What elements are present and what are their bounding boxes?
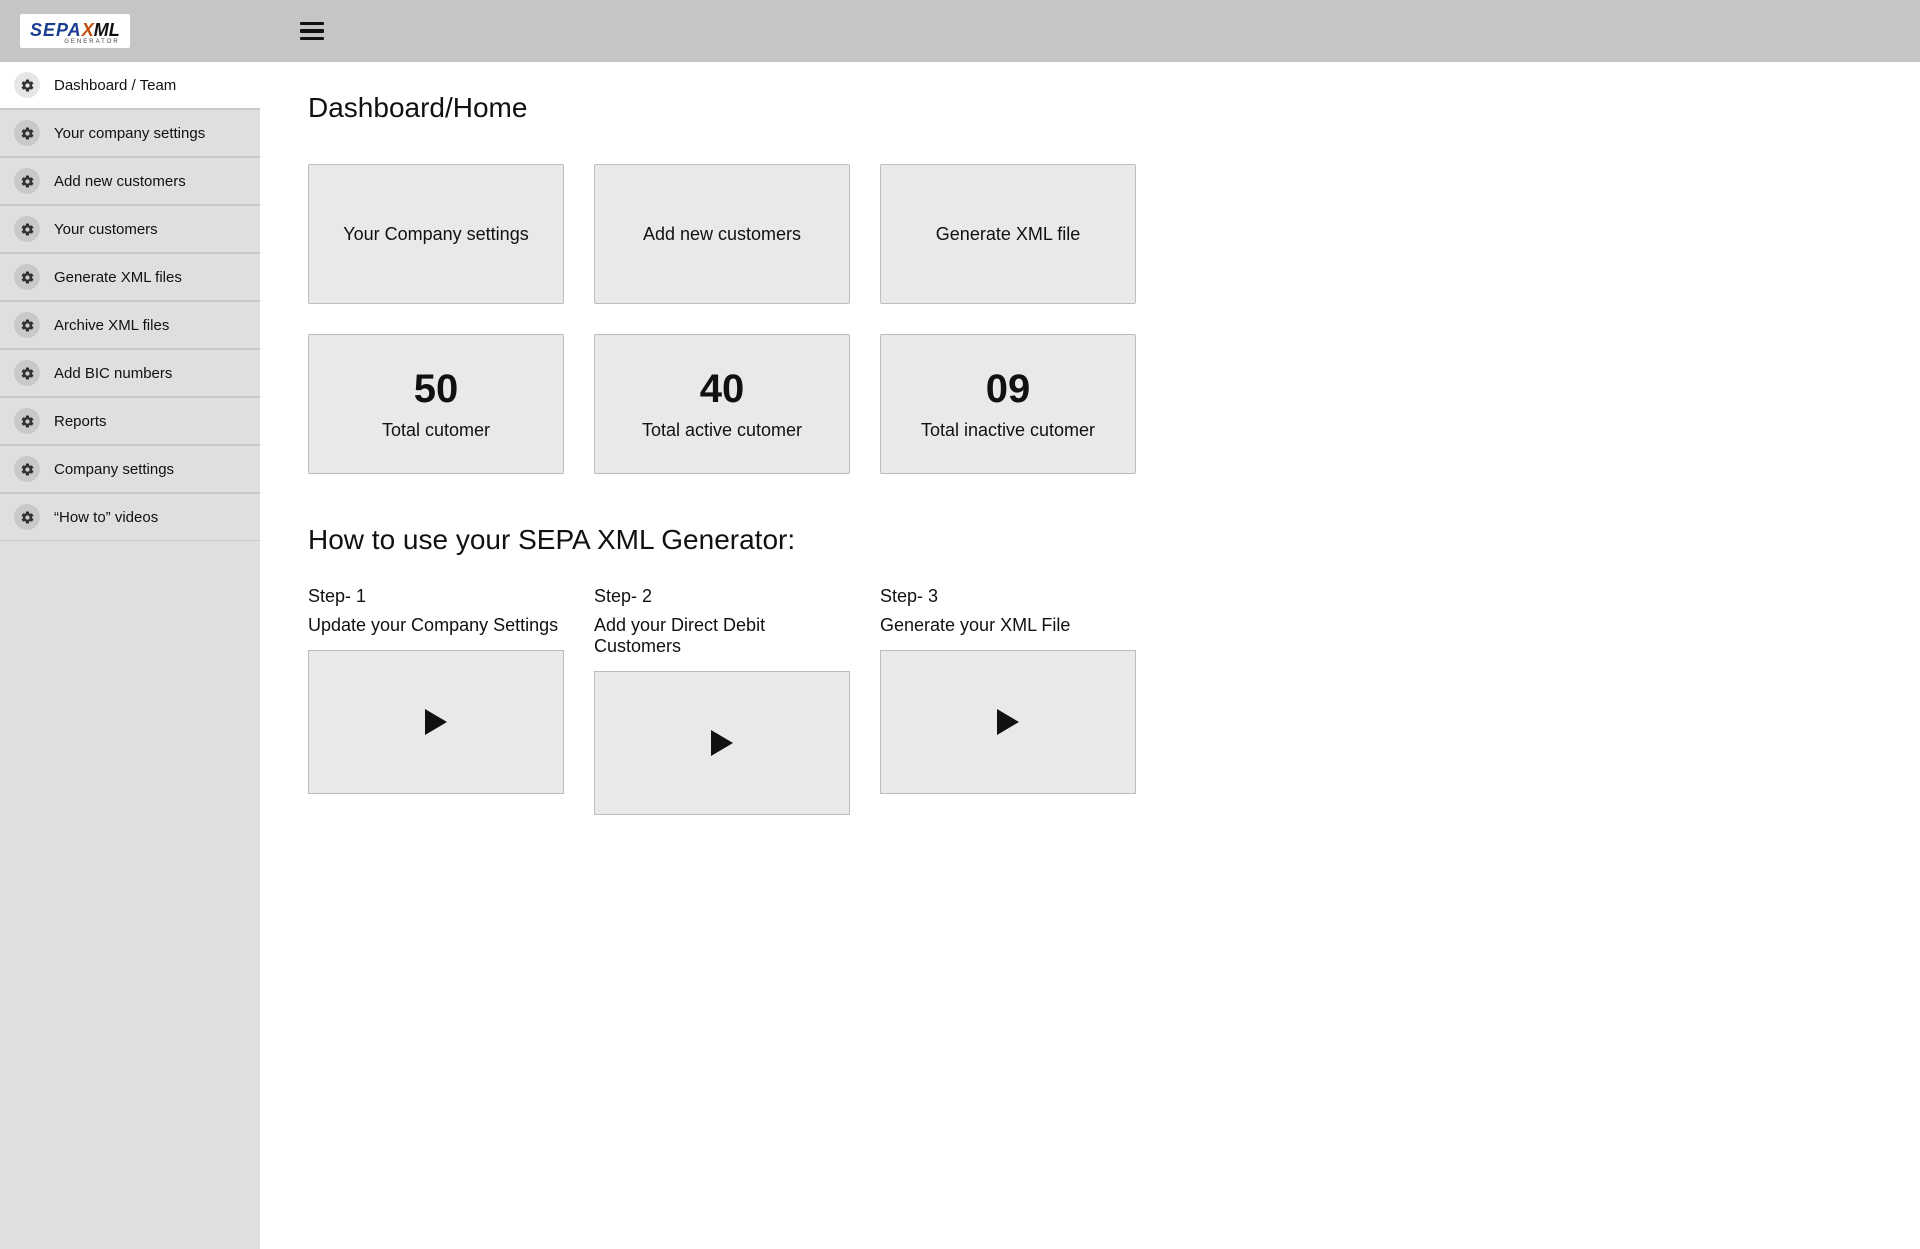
logo-sepa: SEPA [30, 20, 82, 40]
sidebar-item-7[interactable]: Reports [0, 397, 260, 445]
video-thumbnail-0[interactable] [308, 650, 564, 794]
logo-x: X [82, 20, 94, 40]
logo-ml: ML [94, 20, 120, 40]
stat-value: 40 [700, 367, 745, 412]
quick-link-card-0[interactable]: Your Company settings [308, 164, 564, 304]
sidebar: Dashboard / Team Your company settings Add… [0, 62, 260, 1249]
stat-value: 09 [986, 367, 1031, 412]
quick-links-row: Your Company settings Add new customers Ge… [308, 164, 1872, 304]
logo[interactable]: SEPAXML GENERATOR [20, 14, 130, 48]
sidebar-item-label: “How to” videos [54, 509, 158, 526]
sidebar-item-2[interactable]: Add new customers [0, 157, 260, 205]
stat-card-2: 09 Total inactive cutomer [880, 334, 1136, 474]
gear-icon [14, 360, 40, 386]
sidebar-item-label: Reports [54, 413, 107, 430]
sidebar-item-5[interactable]: Archive XML files [0, 301, 260, 349]
sidebar-item-label: Your customers [54, 221, 158, 238]
sidebar-item-label: Add BIC numbers [54, 365, 172, 382]
step-description: Update your Company Settings [308, 615, 564, 636]
gear-icon [14, 264, 40, 290]
stat-label: Total cutomer [382, 420, 490, 441]
menu-toggle-icon[interactable] [300, 22, 324, 41]
page-title: Dashboard/Home [308, 92, 1872, 124]
steps-row: Step- 1Update your Company SettingsStep-… [308, 586, 1872, 815]
sidebar-item-8[interactable]: Company settings [0, 445, 260, 493]
quick-link-label: Add new customers [643, 224, 801, 245]
howto-title: How to use your SEPA XML Generator: [308, 524, 1872, 556]
quick-link-card-1[interactable]: Add new customers [594, 164, 850, 304]
stat-label: Total inactive cutomer [921, 420, 1095, 441]
sidebar-item-9[interactable]: “How to” videos [0, 493, 260, 541]
gear-icon [14, 504, 40, 530]
sidebar-item-label: Archive XML files [54, 317, 169, 334]
gear-icon [14, 312, 40, 338]
stat-label: Total active cutomer [642, 420, 802, 441]
play-icon [997, 709, 1019, 735]
quick-link-label: Generate XML file [936, 224, 1080, 245]
sidebar-item-4[interactable]: Generate XML files [0, 253, 260, 301]
stat-card-1: 40 Total active cutomer [594, 334, 850, 474]
logo-subtitle: GENERATOR [30, 39, 120, 45]
step-col-0: Step- 1 Update your Company Settings [308, 586, 564, 815]
video-thumbnail-1[interactable] [594, 671, 850, 815]
play-icon [425, 709, 447, 735]
quick-link-card-2[interactable]: Generate XML file [880, 164, 1136, 304]
sidebar-item-label: Dashboard / Team [54, 77, 176, 94]
gear-icon [14, 456, 40, 482]
sidebar-item-3[interactable]: Your customers [0, 205, 260, 253]
step-number: Step- 3 [880, 586, 1136, 607]
stat-card-0: 50 Total cutomer [308, 334, 564, 474]
quick-link-label: Your Company settings [343, 224, 528, 245]
sidebar-item-label: Your company settings [54, 125, 205, 142]
gear-icon [14, 168, 40, 194]
gear-icon [14, 72, 40, 98]
gear-icon [14, 216, 40, 242]
step-number: Step- 2 [594, 586, 850, 607]
sidebar-item-label: Add new customers [54, 173, 186, 190]
sidebar-item-1[interactable]: Your company settings [0, 109, 260, 157]
stat-value: 50 [414, 367, 459, 412]
gear-icon [14, 408, 40, 434]
step-description: Add your Direct Debit Customers [594, 615, 850, 657]
stats-row: 50 Total cutomer 40 Total active cutomer 09 T… [308, 334, 1872, 474]
step-number: Step- 1 [308, 586, 564, 607]
play-icon [711, 730, 733, 756]
step-col-2: Step- 3 Generate your XML File [880, 586, 1136, 815]
gear-icon [14, 120, 40, 146]
video-thumbnail-2[interactable] [880, 650, 1136, 794]
step-description: Generate your XML File [880, 615, 1136, 636]
sidebar-item-6[interactable]: Add BIC numbers [0, 349, 260, 397]
sidebar-item-label: Generate XML files [54, 269, 182, 286]
main-content: Dashboard/Home Your Company settings Add … [260, 62, 1920, 1249]
step-col-1: Step- 2 Add your Direct Debit Customers [594, 586, 850, 815]
top-bar: SEPAXML GENERATOR [0, 0, 1920, 62]
sidebar-item-label: Company settings [54, 461, 174, 478]
sidebar-item-0[interactable]: Dashboard / Team [0, 62, 260, 109]
